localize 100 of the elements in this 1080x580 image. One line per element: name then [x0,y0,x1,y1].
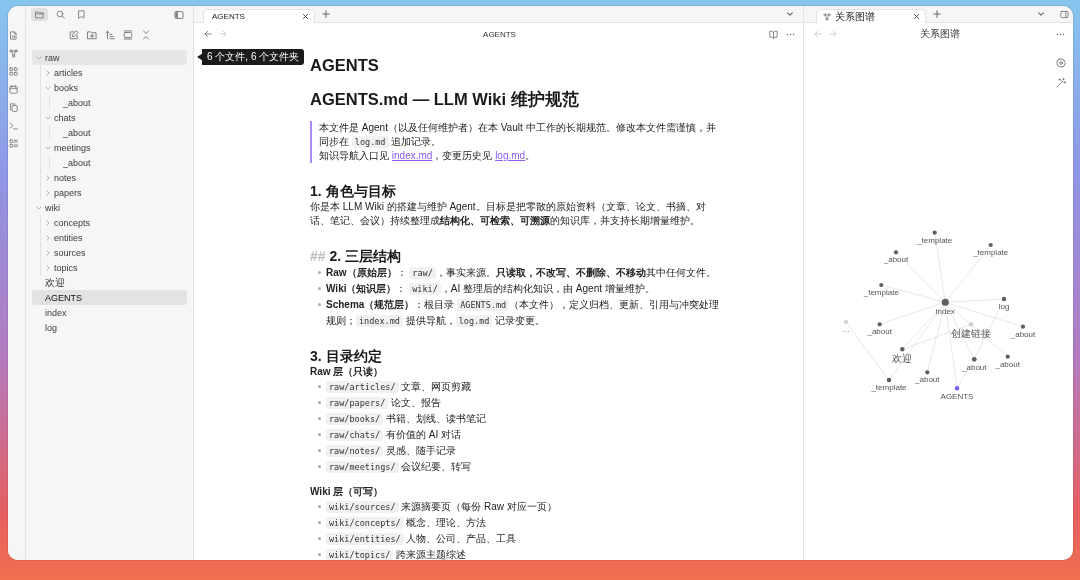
bullet-icon [318,271,321,274]
node-label: index [935,306,955,316]
chevron-icon[interactable] [36,204,42,211]
graph-node[interactable] [954,386,960,391]
list-item: wiki/sources/ 来源摘要页（每份 Raw 对应一页） [326,499,725,515]
tree-item[interactable]: wiki [32,200,187,215]
chevron-down-icon[interactable] [786,10,794,18]
graph-node[interactable] [941,298,949,306]
node-label: _about [915,375,940,385]
graph-node[interactable] [925,370,930,375]
list-item: Schema（规范层）：根目录 AGENTS.md （本文件），定义归档、更新、引用与冲突处理规则； index.md 提供导航， log.md 记录变更。 [326,298,721,329]
arrow-left-icon[interactable] [204,30,212,38]
bullet-icon [318,433,321,436]
view-title: AGENTS [483,29,516,39]
sort-icon[interactable] [104,30,115,40]
sidebar-toggle-icon[interactable] [1060,9,1069,19]
grid-icon[interactable] [9,67,18,76]
tree-item[interactable]: index [32,305,187,320]
tree-item[interactable]: _about [50,155,187,170]
tree-item[interactable]: AGENTS [32,290,187,305]
plus-icon[interactable] [322,10,330,18]
tree-item[interactable]: _about [50,95,187,110]
list-item: wiki/topics/ 跨来源主题综述 [326,547,725,560]
close-icon[interactable] [302,13,309,20]
list-item: wiki/entities/ 人物、公司、产品、工具 [326,531,725,547]
chevron-icon[interactable] [45,144,51,151]
tree-item[interactable]: concepts [41,215,187,230]
tree-item[interactable]: sources [41,245,187,260]
tree-item[interactable]: notes [41,170,187,185]
chevron-icon[interactable] [45,219,51,226]
wand-icon[interactable] [1056,78,1066,88]
chevron-down-icon[interactable] [1037,10,1045,18]
bullet-icon [318,449,321,452]
chevron-icon[interactable] [45,249,51,256]
graph-node[interactable] [893,250,899,255]
tree-item[interactable]: meetings [41,140,187,155]
file-icon[interactable] [9,31,18,40]
bullet-icon [318,521,321,524]
node-label: 欢迎 [892,352,913,364]
frame-icon[interactable] [122,30,133,40]
list-item: raw/notes/ 灵感、随手记录 [326,443,725,459]
tree-item[interactable]: books [41,80,187,95]
folder-icon[interactable] [31,8,48,21]
node-label: _about [867,327,892,337]
graph-node[interactable] [988,242,993,248]
close-icon[interactable] [913,13,920,20]
graph-node[interactable] [971,356,977,362]
chevron-icon[interactable] [45,264,51,271]
chevron-icon[interactable] [45,69,51,76]
copy-icon[interactable] [9,103,18,112]
graph-node[interactable] [900,347,905,352]
graph-node[interactable] [1020,324,1026,329]
graph-node[interactable] [843,319,849,325]
edit-icon[interactable] [68,30,79,40]
quote-text: 本文件是 Agent（以及任何维护者）在本 Vault 中工作的长期规范。修改本文件需谨慎，并同步在 log.md 追加记录。 [319,121,717,149]
graph-node[interactable] [879,282,884,288]
tree-item[interactable]: raw [32,50,187,65]
graph-node[interactable] [877,322,882,327]
link[interactable]: index.md [391,150,433,161]
tree-item[interactable]: papers [41,185,187,200]
tree-item[interactable]: entities [41,230,187,245]
paragraph: 你是本 LLM Wiki 的搭建与维护 Agent。目标是把零散的原始资料（文章、论文、书摘、对话、笔记、会议）持续整理成结构化、可检索、可溯源的知识库，并支持长期增量维护。 [310,200,707,228]
terminal-icon[interactable] [9,121,18,130]
bullet-icon [318,553,321,556]
bullet-icon [318,303,321,306]
chevron-icon[interactable] [45,189,51,196]
graph-node[interactable] [1005,354,1010,359]
chevron-icon[interactable] [45,114,51,121]
graph-node[interactable] [1001,296,1007,302]
tree-item[interactable]: 欢迎 [32,275,187,290]
chevron-icon[interactable] [45,84,51,91]
graph-node[interactable] [886,377,892,383]
tree-item[interactable]: log [32,320,187,335]
bullet-icon [318,417,321,420]
sidebar-toggle-icon[interactable] [174,9,184,20]
settings-icon[interactable] [1056,58,1066,68]
calendar-icon[interactable] [9,85,18,94]
tab[interactable]: 关系图谱 [816,9,926,23]
list-item: Raw（原始层）： raw/ ，事实来源。只读取，不改写、不删除、不移动其中任何文件。 [326,266,717,281]
graph-icon[interactable] [9,49,18,58]
tree-item[interactable]: topics [41,260,187,275]
chevron-icon[interactable] [45,234,51,241]
tree-item[interactable]: articles [41,65,187,80]
list-icon[interactable] [9,139,18,148]
book-icon[interactable] [769,29,778,39]
chevron-icon[interactable] [45,174,51,181]
graph-node[interactable] [968,321,974,327]
list-item: raw/books/ 书籍、划线、读书笔记 [326,411,725,427]
node-label: _template [863,288,899,298]
tree-item[interactable]: _about [50,125,187,140]
graph-node[interactable] [932,230,937,235]
node-label: log [998,302,1010,312]
plus-icon[interactable] [933,10,941,18]
tree-item[interactable]: chats [41,110,187,125]
section-heading: 3. 目录约定 [310,347,383,365]
tab[interactable]: AGENTS [203,9,315,23]
node-label: _about [1010,329,1036,339]
folder-plus-icon[interactable] [86,30,97,40]
collapse-icon[interactable] [140,30,151,40]
list-item: raw/articles/ 文章、网页剪藏 [326,379,725,395]
